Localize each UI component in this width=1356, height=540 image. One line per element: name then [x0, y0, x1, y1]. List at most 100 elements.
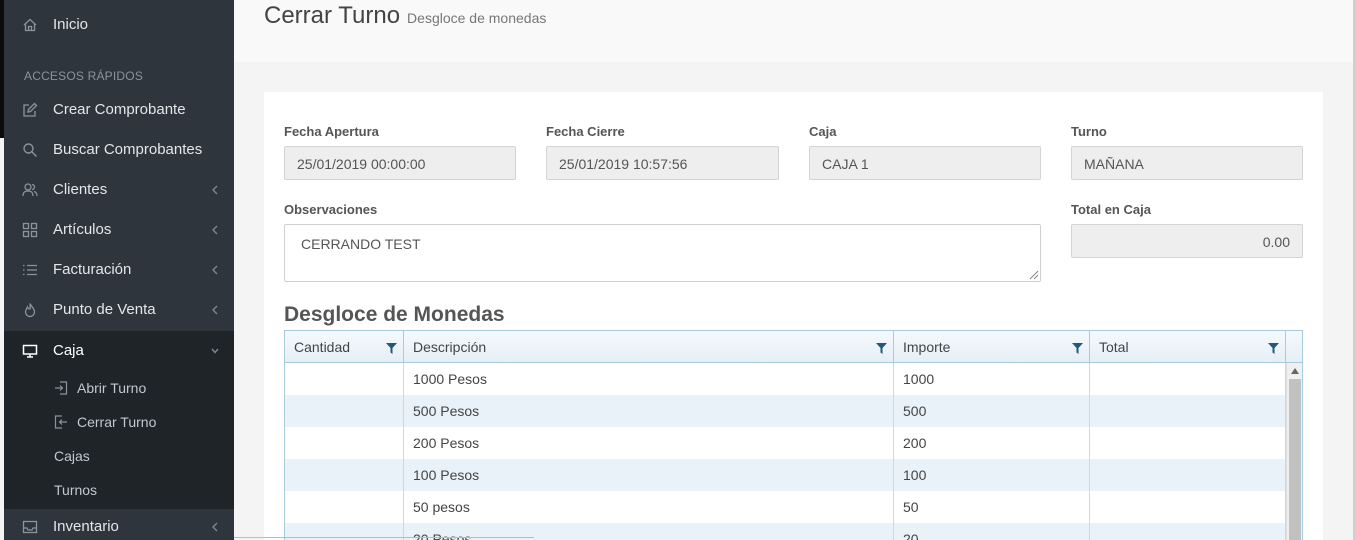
chevron-left-icon: [212, 522, 218, 532]
sidebar-item-label: Punto de Venta: [53, 301, 156, 318]
cell-descripcion: 500 Pesos: [404, 395, 894, 427]
cell-total: [1090, 491, 1286, 523]
sidebar-item-buscar-comprobantes[interactable]: Buscar Comprobantes: [4, 130, 234, 170]
cell-cantidad[interactable]: [285, 491, 404, 523]
coin-breakdown-grid: Cantidad Descripción Importe Total 1000 …: [284, 330, 1303, 540]
column-header-cantidad[interactable]: Cantidad: [285, 331, 404, 363]
quick-access-header: ACCESOS RÁPIDOS: [24, 69, 144, 83]
submenu-item-cerrar-turno[interactable]: Cerrar Turno: [4, 405, 234, 439]
submenu-item-label: Turnos: [54, 482, 98, 498]
cell-descripcion: 50 pesos: [404, 491, 894, 523]
scroll-up-icon[interactable]: [1290, 367, 1300, 375]
sidebar-item-clientes[interactable]: Clientes: [4, 170, 234, 210]
page-title-group: Cerrar Turno Desgloce de monedas: [264, 2, 546, 30]
home-icon: [23, 18, 37, 32]
sidebar-item-label: Artículos: [53, 221, 112, 238]
table-row[interactable]: 200 Pesos 200: [285, 427, 1286, 459]
sidebar-item-inicio[interactable]: Inicio: [4, 5, 234, 45]
cell-total: [1090, 363, 1286, 395]
chevron-left-icon: [212, 305, 218, 315]
table-row[interactable]: 100 Pesos 100: [285, 459, 1286, 491]
cell-importe: 500: [894, 395, 1090, 427]
submenu-item-cajas[interactable]: Cajas: [4, 439, 234, 473]
cell-descripcion: 200 Pesos: [404, 427, 894, 459]
column-header-total[interactable]: Total: [1090, 331, 1286, 363]
grid-header: Cantidad Descripción Importe Total: [285, 331, 1302, 363]
chevron-left-icon: [212, 185, 218, 195]
cell-cantidad[interactable]: [285, 395, 404, 427]
column-header-importe[interactable]: Importe: [894, 331, 1090, 363]
caja-label: Caja: [809, 124, 837, 139]
caja-field[interactable]: CAJA 1: [809, 146, 1041, 180]
fecha-apertura-field[interactable]: 25/01/2019 00:00:00: [284, 146, 516, 180]
cell-importe: 20: [894, 523, 1090, 540]
edit-icon: [23, 102, 38, 117]
sidebar-item-label: Caja: [53, 342, 84, 359]
filter-icon[interactable]: [1268, 343, 1279, 354]
column-header-descripcion[interactable]: Descripción: [404, 331, 894, 363]
total-en-caja-label: Total en Caja: [1071, 202, 1151, 217]
fecha-cierre-field[interactable]: 25/01/2019 10:57:56: [546, 146, 779, 180]
cell-importe: 50: [894, 491, 1090, 523]
sidebar-item-label: Inicio: [53, 16, 89, 33]
column-header-label: Descripción: [413, 339, 487, 355]
logout-icon: [54, 415, 67, 429]
filter-icon[interactable]: [386, 343, 397, 354]
submenu-item-abrir-turno[interactable]: Abrir Turno: [4, 371, 234, 405]
turno-field[interactable]: MAÑANA: [1071, 146, 1303, 180]
sidebar-item-punto-de-venta[interactable]: Punto de Venta: [4, 290, 234, 330]
content-header: Cerrar Turno Desgloce de monedas: [234, 0, 1356, 62]
sidebar: Inicio ACCESOS RÁPIDOS Crear Comprobante…: [4, 0, 234, 540]
close-shift-panel: Fecha Apertura 25/01/2019 00:00:00 Fecha…: [264, 92, 1323, 540]
observaciones-textarea[interactable]: CERRANDO TEST: [284, 224, 1041, 282]
sidebar-item-label: Facturación: [53, 261, 132, 278]
inbox-icon: [22, 520, 38, 534]
observaciones-value: CERRANDO TEST: [301, 236, 421, 252]
sidebar-item-crear-comprobante[interactable]: Crear Comprobante: [4, 90, 234, 130]
list-icon: [23, 264, 37, 276]
submenu-item-turnos[interactable]: Turnos: [4, 473, 234, 507]
chevron-left-icon: [212, 225, 218, 235]
cell-descripcion: 100 Pesos: [404, 459, 894, 491]
coin-breakdown-title: Desgloce de Monedas: [284, 303, 505, 326]
monitor-icon: [22, 344, 38, 358]
cell-importe: 200: [894, 427, 1090, 459]
users-icon: [22, 183, 38, 197]
fire-icon: [24, 303, 36, 318]
cell-cantidad[interactable]: [285, 427, 404, 459]
cell-cantidad[interactable]: [285, 459, 404, 491]
column-header-label: Total: [1099, 339, 1129, 355]
column-header-label: Importe: [903, 339, 951, 355]
sidebar-item-articulos[interactable]: Artículos: [4, 210, 234, 250]
submenu-item-label: Cerrar Turno: [77, 414, 157, 430]
fecha-cierre-label: Fecha Cierre: [546, 124, 625, 139]
cell-total: [1090, 459, 1286, 491]
submenu-item-label: Cajas: [54, 448, 90, 464]
table-row[interactable]: 1000 Pesos 1000: [285, 363, 1286, 395]
page-title: Cerrar Turno: [264, 2, 401, 29]
cell-cantidad[interactable]: [285, 363, 404, 395]
sidebar-item-label: Inventario: [53, 518, 119, 535]
search-icon: [23, 143, 37, 157]
sidebar-item-caja[interactable]: Caja: [4, 331, 234, 371]
sidebar-item-label: Clientes: [53, 181, 108, 198]
resize-grip-icon[interactable]: [1029, 270, 1039, 280]
filter-icon[interactable]: [876, 343, 887, 354]
cell-total: [1090, 523, 1286, 540]
cell-importe: 100: [894, 459, 1090, 491]
total-en-caja-field[interactable]: 0.00: [1071, 224, 1303, 258]
cell-descripcion: 1000 Pesos: [404, 363, 894, 395]
sidebar-item-inventario[interactable]: Inventario: [4, 507, 234, 540]
sidebar-item-facturacion[interactable]: Facturación: [4, 250, 234, 290]
cell-importe: 1000: [894, 363, 1090, 395]
table-row[interactable]: 50 pesos 50: [285, 491, 1286, 523]
filter-icon[interactable]: [1072, 343, 1083, 354]
sidebar-item-label: Crear Comprobante: [53, 101, 186, 118]
grid-scrollbar[interactable]: [1286, 363, 1302, 540]
observaciones-label: Observaciones: [284, 202, 378, 217]
submenu-item-label: Abrir Turno: [77, 380, 147, 396]
divider: [234, 537, 534, 538]
scrollbar-thumb[interactable]: [1289, 379, 1301, 540]
cell-total: [1090, 395, 1286, 427]
table-row[interactable]: 500 Pesos 500: [285, 395, 1286, 427]
